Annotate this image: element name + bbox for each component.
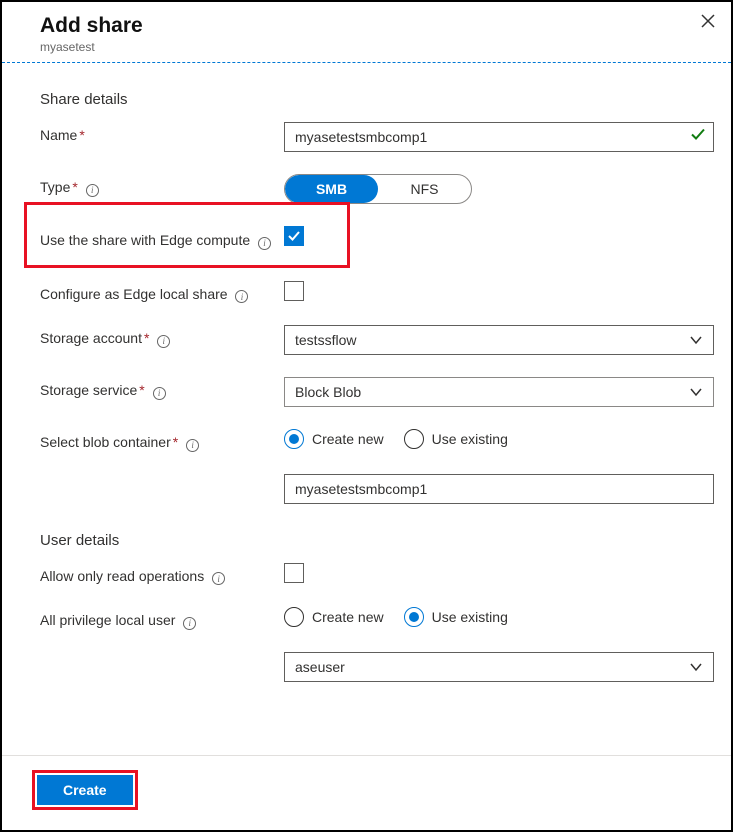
info-icon[interactable]: i (153, 387, 166, 400)
configure-local-checkbox[interactable] (284, 281, 304, 301)
storage-service-select[interactable]: Block Blob (284, 377, 714, 407)
page-title: Add share (40, 14, 713, 38)
chevron-down-icon (689, 385, 703, 399)
blob-container-input[interactable] (284, 474, 714, 504)
label-name: Name* (40, 122, 284, 143)
blob-radio-create[interactable]: Create new (284, 429, 384, 449)
toggle-smb[interactable]: SMB (285, 175, 378, 203)
checkmark-icon (690, 127, 706, 148)
edge-compute-checkbox[interactable] (284, 226, 304, 246)
info-icon[interactable]: i (86, 184, 99, 197)
storage-account-select[interactable]: testssflow (284, 325, 714, 355)
label-configure-local: Configure as Edge local share i (40, 281, 304, 304)
info-icon[interactable]: i (183, 617, 196, 630)
info-icon[interactable]: i (157, 335, 170, 348)
section-user-details: User details (40, 532, 693, 549)
label-edge-compute: Use the share with Edge compute i (40, 226, 284, 251)
page-subtitle: myasetest (40, 40, 713, 54)
label-blob-container: Select blob container* i (40, 429, 284, 452)
info-icon[interactable]: i (212, 572, 225, 585)
chevron-down-icon (689, 660, 703, 674)
chevron-down-icon (689, 333, 703, 347)
read-only-checkbox[interactable] (284, 563, 304, 583)
blob-radio-existing[interactable]: Use existing (404, 429, 508, 449)
create-button[interactable]: Create (37, 775, 133, 805)
user-select[interactable]: aseuser (284, 652, 714, 682)
info-icon[interactable]: i (235, 290, 248, 303)
toggle-nfs[interactable]: NFS (378, 175, 471, 203)
user-radio-existing[interactable]: Use existing (404, 607, 508, 627)
section-share-details: Share details (40, 91, 693, 108)
label-storage-account: Storage account* i (40, 325, 284, 348)
label-read-only: Allow only read operations i (40, 563, 304, 586)
label-type: Type* i (40, 174, 284, 197)
highlight-annotation: Create (32, 770, 138, 810)
user-radio-create[interactable]: Create new (284, 607, 384, 627)
label-storage-service: Storage service* i (40, 377, 284, 400)
label-all-priv: All privilege local user i (40, 607, 284, 630)
info-icon[interactable]: i (186, 439, 199, 452)
close-icon[interactable] (697, 10, 719, 37)
type-toggle[interactable]: SMB NFS (284, 174, 472, 204)
name-input[interactable] (284, 122, 714, 152)
info-icon[interactable]: i (258, 237, 271, 250)
